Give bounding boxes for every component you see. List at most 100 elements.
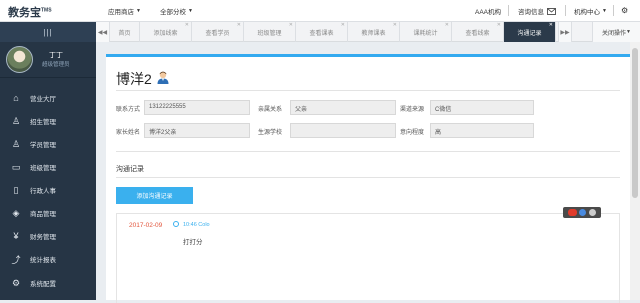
app-store-menu[interactable]: 应用商店 ▼ [108,6,141,16]
app-logo[interactable]: 教务宝TMS [8,4,52,20]
tab-view-students[interactable]: 查看学员 ✕ [192,22,244,42]
sidebar-item-label: 系统配置 [30,281,56,288]
parent-name-field[interactable]: 博洋2父亲 [144,123,250,138]
settings-gear-icon[interactable]: ⚙ [621,6,628,15]
divider [565,5,566,16]
sidebar-item-label: 营业大厅 [30,96,56,103]
school-field[interactable] [290,123,396,138]
contact-label: 联系方式 [116,107,141,113]
sidebar-item-label: 财务管理 [30,234,56,241]
gear-icon: ⚙ [11,277,21,288]
home-icon: ⌂ [13,93,19,103]
org-name[interactable]: AAA机构 [475,6,501,16]
school-label: 生源学校 [258,130,283,136]
sidebar-item-label: 招生管理 [30,119,56,126]
sidebar-item-hr[interactable]: ▯ 行政人事 [0,179,96,201]
tab-view-leads[interactable]: 查看线索 ✕ [452,22,504,42]
sidebar-item-label: 行政人事 [30,188,56,195]
channel-label: 渠道来源 [400,107,425,113]
chart-icon: ⤴ [11,254,21,265]
sidebar-toggle-icon[interactable]: ||| [0,22,96,42]
sidebar-item-enrollment[interactable]: ♙ 招生管理 [0,110,96,132]
sidebar-item-label: 班级管理 [30,165,56,172]
school-select-menu[interactable]: 全部分校 ▼ [160,6,193,16]
close-icon[interactable]: ✕ [237,22,241,28]
close-icon[interactable]: ✕ [185,22,189,28]
tab-strip: ◀◀ 首页 添加线索 ✕ 查看学员 ✕ 班级管理 ✕ 查看课表 ✕ 教师课表 ✕ 课耗统计… [96,22,640,42]
messages-link[interactable]: 咨询信息 [518,6,556,16]
caret-down-icon: ▼ [136,8,141,14]
relation-label: 亲属关系 [258,107,283,113]
user-plus-icon: ♙ [11,115,21,126]
sidebar-item-label: 商品管理 [30,211,56,218]
sidebar-item-reports[interactable]: ⤴ 统计报表 [0,248,96,270]
doc-icon: ▯ [13,184,19,195]
tab-class-management[interactable]: 班级管理 ✕ [244,22,296,42]
close-icon[interactable]: ✕ [289,22,293,28]
person-avatar-icon [157,71,169,84]
record-date: 2017-02-09 [129,222,163,229]
profile-role: 超级管理员 [42,62,70,68]
scrollbar[interactable] [630,42,640,300]
sidebar-item-lobby[interactable]: ⌂ 营业大厅 [0,87,96,109]
tab-consumption-stats[interactable]: 课耗统计 ✕ [400,22,452,42]
sidebar-item-label: 学员管理 [30,142,56,149]
yen-icon: ¥ [13,231,19,241]
top-header: 教务宝TMS 应用商店 ▼ 全部分校 ▼ AAA机构 咨询信息 机构中心 ▼ ⚙ [0,0,640,22]
mail-icon [547,7,556,15]
divider [116,151,620,152]
tab-teacher-schedule[interactable]: 教师课表 ✕ [348,22,400,42]
communication-list: 2017-02-09 10:46 Colo 打打分 [116,213,620,303]
close-icon[interactable]: ✕ [341,22,345,28]
profile-name: 丁丁 [49,52,63,59]
close-operations-menu[interactable]: 关闭操作 ▼ [592,22,640,42]
sidebar: ||| 丁丁 超级管理员 ⌂ 营业大厅 ♙ 招生管理 ♙ 学员管理 ▭ 班级管理… [0,22,96,300]
divider [613,5,614,16]
ime-settings-icon[interactable] [589,209,596,216]
close-icon[interactable]: ✕ [549,22,553,28]
channel-field[interactable]: C微信 [430,100,534,115]
close-icon[interactable]: ✕ [497,22,501,28]
intent-field[interactable]: 高 [430,123,534,138]
tab-home[interactable]: 首页 [110,22,140,42]
parent-name-label: 家长姓名 [116,130,141,136]
timeline-dot-icon [173,221,179,227]
contact-field[interactable]: 13122225555 [144,100,250,115]
tab-view-schedule[interactable]: 查看课表 ✕ [296,22,348,42]
add-communication-button[interactable]: 添加沟通记录 [116,187,193,204]
org-center-link[interactable]: 机构中心 ▼ [574,6,607,16]
sidebar-item-settings[interactable]: ⚙ 系统配置 [0,272,96,294]
divider [116,177,620,178]
divider [508,5,509,16]
sidebar-item-finance[interactable]: ¥ 财务管理 [0,225,96,247]
intent-label: 意向程度 [400,130,425,136]
lead-detail-panel: 博洋2 联系方式 13122225555 亲属关系 父亲 渠道来源 C微信 家长… [106,54,630,303]
section-title: 沟通记录 [116,166,144,173]
avatar[interactable] [6,46,33,73]
tab-add-lead[interactable]: 添加线索 ✕ [140,22,192,42]
tab-scroll-right-icon[interactable]: ▶▶ [558,22,572,42]
record-text: 打打分 [183,239,203,246]
close-icon[interactable]: ✕ [393,22,397,28]
caret-down-icon: ▼ [188,8,193,14]
page-title: 博洋2 [116,71,152,87]
profile-card: 丁丁 超级管理员 [0,42,96,78]
close-icon[interactable]: ✕ [445,22,449,28]
class-icon: ▭ [11,161,21,172]
sidebar-item-classes[interactable]: ▭ 班级管理 [0,156,96,178]
scrollbar-thumb[interactable] [632,48,638,198]
record-time: 10:46 Colo [183,222,210,228]
sidebar-item-students[interactable]: ♙ 学员管理 [0,133,96,155]
ime-toolbar[interactable] [563,207,601,218]
ime-mode-icon[interactable] [579,209,586,216]
tab-scroll-left-icon[interactable]: ◀◀ [96,22,110,42]
sidebar-item-products[interactable]: ◈ 商品管理 [0,202,96,224]
ime-logo-icon[interactable] [568,209,577,216]
relation-field[interactable]: 父亲 [290,100,396,115]
user-icon: ♙ [11,138,21,149]
caret-down-icon: ▼ [602,8,607,14]
sidebar-item-label: 统计报表 [30,257,56,264]
divider [116,90,620,91]
tab-communication-records[interactable]: 沟通记录 ✕ [504,22,556,42]
caret-down-icon: ▼ [626,29,631,35]
